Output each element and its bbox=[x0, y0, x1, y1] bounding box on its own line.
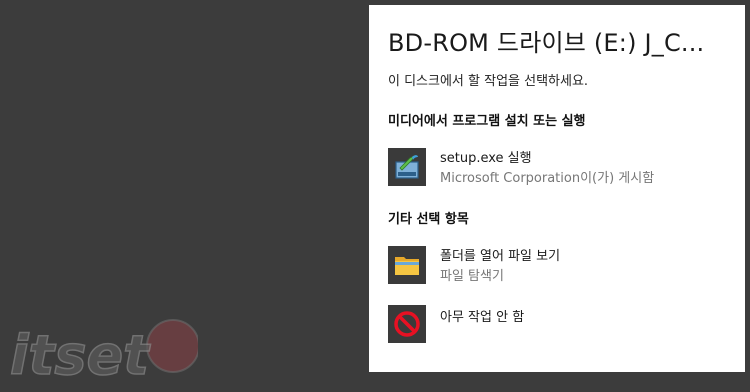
run-setup-label: setup.exe 실행 bbox=[440, 151, 532, 166]
take-no-action-label: 아무 작업 안 함 bbox=[440, 310, 525, 325]
folder-icon bbox=[388, 246, 426, 284]
itset-watermark-logo: itset bbox=[8, 318, 200, 388]
open-folder-option[interactable]: 폴더를 열어 파일 보기 파일 탐색기 bbox=[383, 243, 729, 289]
drive-title: BD-ROM 드라이브 (E:) J_C... bbox=[388, 29, 705, 57]
setup-installer-icon bbox=[388, 148, 426, 186]
section-heading-other: 기타 선택 항목 bbox=[388, 212, 469, 227]
section-heading-install: 미디어에서 프로그램 설치 또는 실행 bbox=[388, 114, 586, 129]
autoplay-panel: BD-ROM 드라이브 (E:) J_C... 이 디스크에서 할 작업을 선택… bbox=[369, 5, 745, 372]
no-action-icon bbox=[388, 305, 426, 343]
watermark-text: itset bbox=[10, 324, 151, 387]
open-folder-label: 폴더를 열어 파일 보기 bbox=[440, 249, 561, 264]
take-no-action-option[interactable]: 아무 작업 안 함 bbox=[383, 302, 729, 348]
prompt-text: 이 디스크에서 할 작업을 선택하세요. bbox=[388, 74, 589, 89]
run-setup-option[interactable]: setup.exe 실행 Microsoft Corporation이(가) 게… bbox=[383, 145, 729, 191]
file-explorer-label: 파일 탐색기 bbox=[440, 269, 504, 284]
publisher-label: Microsoft Corporation이(가) 게시함 bbox=[440, 171, 655, 186]
